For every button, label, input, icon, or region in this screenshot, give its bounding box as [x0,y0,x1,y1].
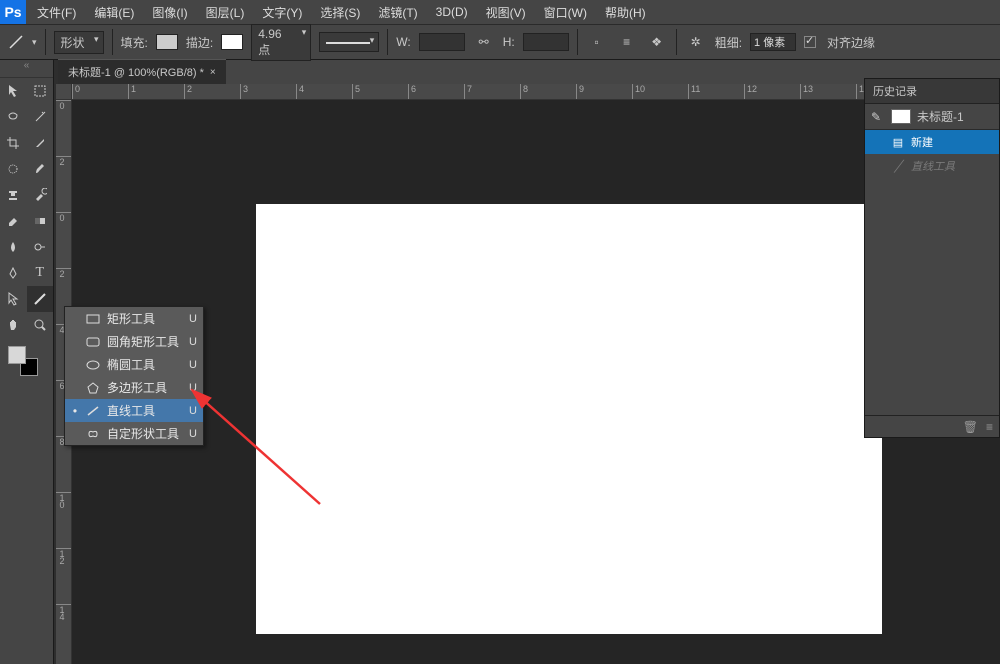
rectangle-icon [85,312,101,326]
flyout-rounded-rect-tool[interactable]: 圆角矩形工具U [65,330,203,353]
document-tab[interactable]: 未标题-1 @ 100%(RGB/8) * × [58,59,226,84]
line-tool-hist-icon: ╱ [891,159,905,173]
app-logo: Ps [0,0,26,24]
flyout-rectangle-tool[interactable]: 矩形工具U [65,307,203,330]
tabbar: 未标题-1 @ 100%(RGB/8) * × [58,60,1000,84]
polygon-icon [85,381,101,395]
menubar: 文件(F) 编辑(E) 图像(I) 图层(L) 文字(Y) 选择(S) 滤镜(T… [0,0,1000,24]
dodge-tool-icon[interactable] [27,234,54,260]
menu-image[interactable]: 图像(I) [143,4,196,21]
color-swatches[interactable] [8,346,38,376]
width-input[interactable] [419,33,465,51]
fill-swatch[interactable] [156,34,178,50]
close-icon[interactable]: × [210,67,216,78]
menu-view[interactable]: 视图(V) [477,4,535,21]
fill-label: 填充: [121,34,148,51]
flyout-custom-shape-tool[interactable]: 自定形状工具U [65,422,203,445]
path-align-icon[interactable]: ≡ [616,31,638,53]
type-tool-icon[interactable]: T [27,260,54,286]
pen-tool-icon[interactable] [0,260,27,286]
chevron-down-icon[interactable]: ▾ [32,37,37,48]
menu-help[interactable]: 帮助(H) [596,4,655,21]
ellipse-icon [85,358,101,372]
history-panel: 历史记录 ✎ 未标题-1 ▤ 新建 ╱ 直线工具 🗑 ≡ [864,78,1000,438]
rounded-rect-icon [85,335,101,349]
stamp-tool-icon[interactable] [0,182,27,208]
history-panel-tab[interactable]: 历史记录 [865,79,999,104]
canvas[interactable] [256,204,882,634]
fg-color-swatch[interactable] [8,346,26,364]
align-edges-label: 对齐边缘 [827,34,875,51]
stroke-width-dropdown[interactable]: 4.96 点 [251,24,311,61]
patch-tool-icon[interactable] [0,156,27,182]
path-combine-icon[interactable]: ▫ [586,31,608,53]
history-brush-icon[interactable] [27,182,54,208]
brush-icon: ✎ [871,110,885,124]
lasso-tool-icon[interactable] [0,104,27,130]
stroke-style-dropdown[interactable] [319,32,379,52]
brush-tool-icon[interactable] [27,156,54,182]
height-input[interactable] [523,33,569,51]
move-tool-icon[interactable] [0,78,27,104]
stroke-label: 描边: [186,34,213,51]
weight-label: 粗细: [715,34,742,51]
line-icon [85,404,101,418]
path-select-icon[interactable] [0,286,27,312]
history-item-line[interactable]: ╱ 直线工具 [865,154,999,178]
line-tool-icon [8,34,24,50]
tab-title: 未标题-1 @ 100%(RGB/8) * [68,64,204,80]
gradient-tool-icon[interactable] [27,208,54,234]
menu-3d[interactable]: 3D(D) [427,5,477,19]
flyout-line-tool[interactable]: • 直线工具U [65,399,203,422]
path-arrange-icon[interactable]: ❖ [646,31,668,53]
toolbox-collapse[interactable]: « [0,60,53,78]
tool-mode-dropdown[interactable]: 形状 [54,31,104,54]
align-edges-checkbox[interactable] [804,36,816,48]
w-label: W: [396,35,410,49]
weight-input[interactable] [750,33,796,51]
menu-select[interactable]: 选择(S) [311,4,369,21]
flyout-polygon-tool[interactable]: 多边形工具U [65,376,203,399]
gear-icon[interactable]: ✲ [685,31,707,53]
menu-file[interactable]: 文件(F) [28,4,85,21]
shape-tool-icon[interactable] [27,286,54,312]
link-wh-icon[interactable]: ⚯ [473,31,495,53]
doc-thumbnail [891,109,911,124]
custom-shape-icon [85,427,101,441]
zoom-tool-icon[interactable] [27,312,54,338]
eyedropper-tool-icon[interactable] [27,130,54,156]
stroke-swatch[interactable] [221,34,243,50]
menu-edit[interactable]: 编辑(E) [85,4,143,21]
eraser-tool-icon[interactable] [0,208,27,234]
wand-tool-icon[interactable] [27,104,54,130]
doc-name: 未标题-1 [917,108,964,125]
optionsbar: ▾ 形状 填充: 描边: 4.96 点 W: ⚯ H: ▫ ≡ ❖ ✲ 粗细: … [0,24,1000,60]
menu-text[interactable]: 文字(Y) [253,4,311,21]
history-item-new[interactable]: ▤ 新建 [865,130,999,154]
menu-window[interactable]: 窗口(W) [535,4,596,21]
blur-tool-icon[interactable] [0,234,27,260]
panel-menu-icon[interactable]: ≡ [986,420,993,434]
menu-filter[interactable]: 滤镜(T) [369,4,426,21]
menu-layer[interactable]: 图层(L) [197,4,254,21]
history-doc-row[interactable]: ✎ 未标题-1 [865,104,999,130]
ruler-corner [56,84,72,100]
document-icon: ▤ [891,135,905,149]
marquee-tool-icon[interactable] [27,78,54,104]
trash-icon[interactable]: 🗑 [963,420,978,434]
shape-tool-flyout: 矩形工具U 圆角矩形工具U 椭圆工具U 多边形工具U • 直线工具U 自定形状工… [64,306,204,446]
flyout-ellipse-tool[interactable]: 椭圆工具U [65,353,203,376]
crop-tool-icon[interactable] [0,130,27,156]
h-label: H: [503,35,515,49]
hand-tool-icon[interactable] [0,312,27,338]
toolbox: « T [0,60,54,664]
ruler-horizontal[interactable]: 01 23 45 67 89 1011 1213 14 [72,84,1000,100]
